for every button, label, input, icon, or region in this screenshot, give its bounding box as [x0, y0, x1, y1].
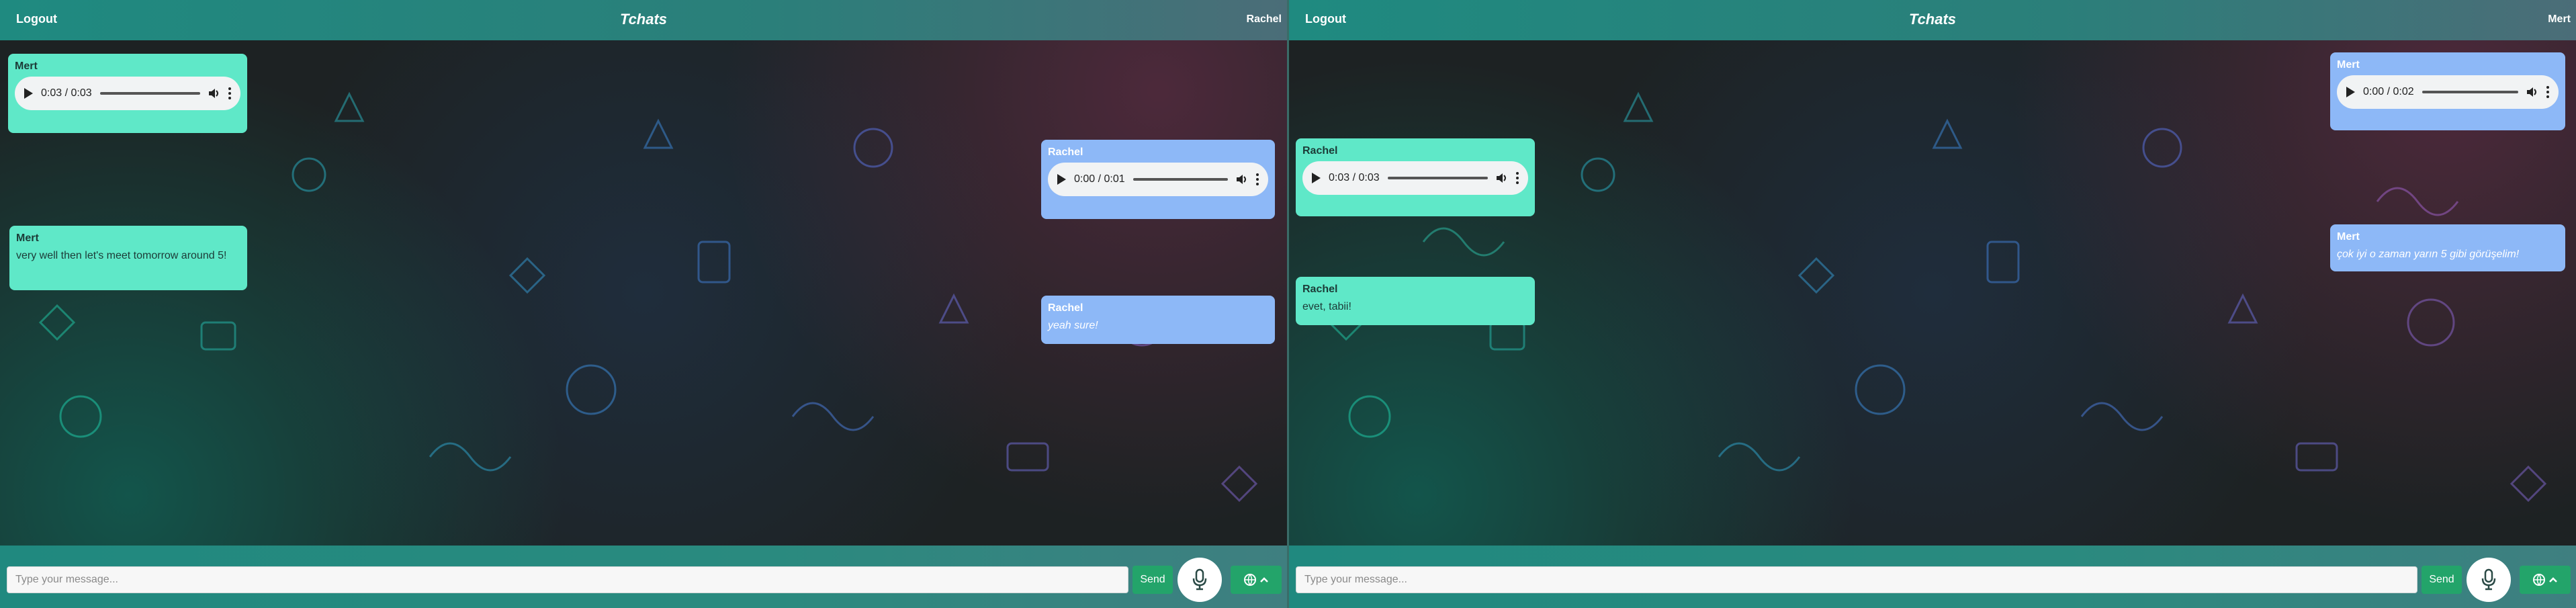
microphone-icon — [1192, 568, 1207, 591]
play-icon[interactable] — [1312, 173, 1321, 183]
message-input[interactable] — [1296, 566, 2417, 593]
app-title: Tchats — [1908, 11, 1957, 28]
message-body: very well then let's meet tomorrow aroun… — [16, 250, 227, 261]
message-audio: Rachel 0:03 / 0:03 — [1296, 138, 1535, 216]
chat-window-mert: Logout Tchats Mert Mert 0:00 / 0:02 Rach… — [1289, 0, 2576, 608]
audio-player[interactable]: 0:03 / 0:03 — [1302, 161, 1528, 195]
more-vertical-icon[interactable] — [1256, 173, 1259, 185]
audio-player[interactable]: 0:00 / 0:02 — [2337, 75, 2559, 109]
audio-progress[interactable] — [99, 92, 200, 95]
message-body: çok iyi o zaman yarın 5 gibi görüşelim! — [2337, 249, 2520, 260]
top-bar: Logout Tchats Mert — [1289, 0, 2576, 40]
chevron-up-icon — [2549, 577, 2557, 582]
message-sender: Rachel — [1302, 145, 1338, 157]
message-sender: Rachel — [1048, 302, 1083, 314]
composer-bar: Send — [0, 546, 1287, 608]
message-list[interactable]: Mert 0:00 / 0:02 Rachel 0:03 / 0:03 Mert… — [1289, 40, 2576, 546]
top-bar: Logout Tchats Rachel — [0, 0, 1287, 40]
message-body: yeah sure! — [1048, 320, 1098, 331]
audio-player[interactable]: 0:00 / 0:01 — [1048, 163, 1268, 196]
send-button[interactable]: Send — [1132, 566, 1173, 594]
play-icon[interactable] — [24, 88, 33, 99]
audio-progress[interactable] — [2422, 91, 2518, 93]
message-text: Mert çok iyi o zaman yarın 5 gibi görüşe… — [2330, 224, 2565, 271]
more-vertical-icon[interactable] — [228, 87, 231, 99]
audio-player[interactable]: 0:03 / 0:03 — [15, 77, 240, 110]
message-sender: Mert — [15, 60, 38, 72]
message-sender: Mert — [2337, 231, 2360, 243]
message-sender: Rachel — [1302, 284, 1338, 295]
record-button[interactable] — [2467, 558, 2511, 602]
more-vertical-icon[interactable] — [2546, 86, 2549, 98]
message-text: Rachel evet, tabii! — [1296, 277, 1535, 325]
message-sender: Rachel — [1048, 146, 1083, 158]
message-sender: Mert — [16, 232, 39, 244]
audio-time: 0:00 / 0:02 — [2363, 86, 2414, 97]
globe-icon — [1244, 574, 1256, 586]
chat-window-rachel: Logout Tchats Rachel Mert 0:03 / 0:03 Ra… — [0, 0, 1287, 608]
audio-progress[interactable] — [1387, 177, 1488, 179]
volume-icon[interactable] — [2526, 87, 2538, 97]
send-button[interactable]: Send — [2422, 566, 2462, 594]
more-vertical-icon[interactable] — [1516, 172, 1519, 184]
language-toggle-button[interactable] — [1231, 566, 1282, 594]
message-list[interactable]: Mert 0:03 / 0:03 Rachel 0:00 / 0:01 Mert… — [0, 40, 1287, 546]
globe-icon — [2533, 574, 2545, 586]
message-audio: Mert 0:00 / 0:02 — [2330, 52, 2565, 130]
app-title: Tchats — [619, 11, 668, 28]
volume-icon[interactable] — [1496, 173, 1508, 183]
message-audio: Mert 0:03 / 0:03 — [8, 54, 247, 133]
chevron-up-icon — [1260, 577, 1268, 582]
record-button[interactable] — [1178, 558, 1222, 602]
message-sender: Mert — [2337, 59, 2360, 71]
composer-bar: Send — [1289, 546, 2576, 608]
current-username: Mert — [2548, 13, 2571, 25]
audio-time: 0:00 / 0:01 — [1074, 173, 1125, 185]
audio-time: 0:03 / 0:03 — [1329, 172, 1380, 183]
language-toggle-button[interactable] — [2520, 566, 2571, 594]
message-audio: Rachel 0:00 / 0:01 — [1041, 140, 1275, 219]
volume-icon[interactable] — [208, 88, 220, 99]
audio-progress[interactable] — [1132, 178, 1228, 181]
message-body: evet, tabii! — [1302, 301, 1351, 312]
volume-icon[interactable] — [1236, 174, 1248, 185]
microphone-icon — [2481, 568, 2496, 591]
message-text: Mert very well then let's meet tomorrow … — [9, 226, 247, 290]
current-username: Rachel — [1246, 13, 1282, 25]
message-text: Rachel yeah sure! — [1041, 296, 1275, 344]
play-icon[interactable] — [2346, 87, 2355, 97]
audio-time: 0:03 / 0:03 — [41, 87, 92, 99]
play-icon[interactable] — [1057, 174, 1066, 185]
message-input[interactable] — [7, 566, 1128, 593]
